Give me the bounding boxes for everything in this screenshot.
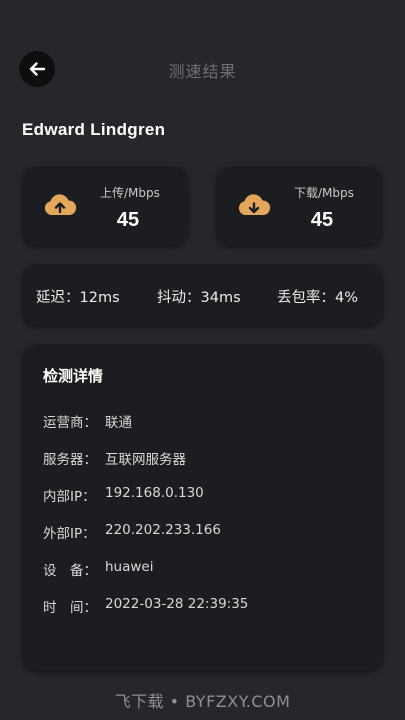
page-title: 测速结果 [168, 62, 237, 81]
upload-label: 上传/Mbps [100, 186, 160, 200]
detail-label: 运营商： [43, 415, 97, 431]
upload-speed-card: 上传/Mbps 45 [22, 165, 188, 245]
jitter-metric: 抖动：34ms [157, 290, 241, 306]
detail-row-device: 设 备： huawei [43, 559, 153, 579]
upload-value: 45 [116, 209, 140, 231]
detail-value: 2022-03-28 22:39:35 [105, 596, 249, 612]
detail-row-time: 时 间： 2022-03-28 22:39:35 [43, 596, 248, 616]
detail-label: 内部IP： [43, 489, 96, 505]
detail-label: 服务器： [43, 452, 97, 468]
detail-row-isp: 运营商： 联通 [43, 411, 132, 431]
watermark: 飞下载 • BYFZXY.COM [114, 692, 291, 711]
details-card: 检测详情 运营商： 联通 服务器： 互联网服务器 内部IP： 192.168.0… [22, 343, 383, 671]
cloud-upload-icon [44, 194, 77, 215]
detail-label: 时 间： [43, 600, 97, 616]
user-name: Edward Lindgren [22, 120, 166, 139]
download-speed-card: 下载/Mbps 45 [216, 165, 382, 245]
detail-row-internal-ip: 内部IP： 192.168.0.130 [43, 485, 204, 505]
detail-row-server: 服务器： 互联网服务器 [43, 448, 186, 468]
detail-value: 192.168.0.130 [105, 485, 204, 501]
download-value: 45 [310, 209, 334, 231]
detail-value: 互联网服务器 [105, 452, 186, 468]
metrics-card: 延迟：12ms 抖动：34ms 丢包率：4% [22, 263, 383, 325]
detail-value: 220.202.233.166 [105, 522, 221, 538]
detail-value: huawei [105, 559, 154, 575]
details-title: 检测详情 [43, 367, 104, 385]
detail-row-external-ip: 外部IP： 220.202.233.166 [43, 522, 221, 542]
cloud-download-icon [238, 194, 271, 215]
detail-label: 设 备： [43, 563, 97, 579]
packet-loss-metric: 丢包率：4% [277, 290, 359, 306]
header: 测速结果 [0, 48, 405, 90]
detail-label: 外部IP： [43, 526, 96, 542]
download-label: 下载/Mbps [294, 186, 354, 200]
detail-value: 联通 [105, 415, 132, 431]
latency-metric: 延迟：12ms [36, 290, 120, 306]
